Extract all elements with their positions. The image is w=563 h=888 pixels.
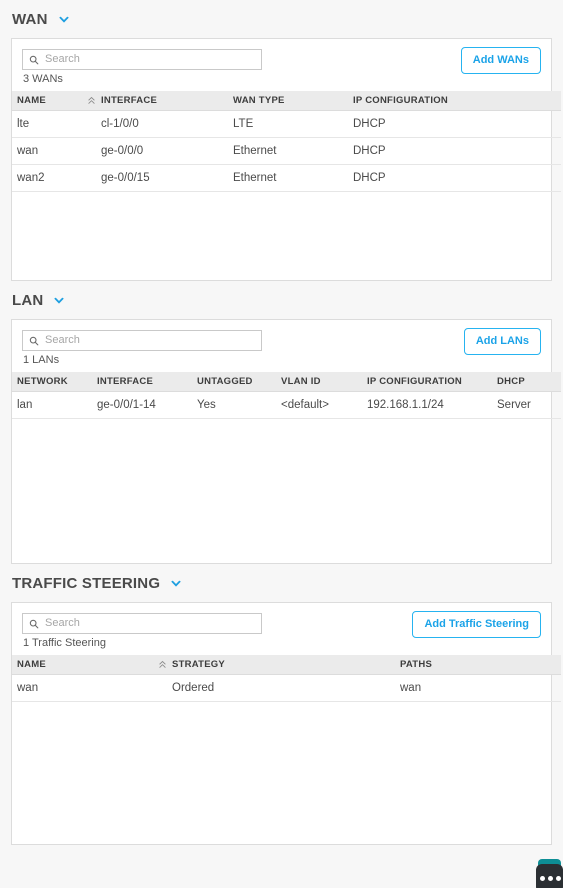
count-label-lan: 1 LANs — [23, 354, 60, 366]
table-wan: NAME INTERFACE WAN TYPE IP CONFIGURATION… — [12, 91, 561, 192]
toolbar-traffic-steering: 1 Traffic Steering Add Traffic Steering — [12, 603, 551, 655]
section-traffic-steering: TRAFFIC STEERING 1 Traffic Steering Add … — [11, 564, 561, 845]
count-label-traffic-steering: 1 Traffic Steering — [23, 637, 106, 649]
section-header-lan[interactable]: LAN — [11, 281, 552, 319]
cell-paths: wan — [395, 674, 561, 702]
search-box-lan[interactable] — [22, 330, 262, 351]
chevron-down-icon[interactable] — [169, 577, 183, 591]
search-icon — [29, 55, 39, 65]
add-wans-button[interactable]: Add WANs — [460, 47, 541, 74]
table-header-traffic-steering: NAME STRATEGY PATHS — [12, 655, 561, 675]
table-traffic-steering: NAME STRATEGY PATHS wan Ordered wan — [12, 655, 561, 702]
add-lans-button[interactable]: Add LANs — [463, 328, 541, 355]
chat-widget-body — [536, 864, 563, 888]
support-chat-widget[interactable] — [536, 859, 563, 888]
cell-name: wan2 — [12, 164, 96, 192]
cell-ip-configuration: DHCP — [348, 137, 561, 165]
section-title-lan: LAN — [12, 291, 44, 309]
section-header-wan[interactable]: WAN — [11, 0, 552, 38]
table-body-lan: lan ge-0/0/1-14 Yes <default> 192.168.1.… — [12, 391, 561, 419]
table-row[interactable]: lan ge-0/0/1-14 Yes <default> 192.168.1.… — [12, 391, 561, 419]
search-icon — [29, 336, 39, 346]
sort-ascending-icon — [158, 660, 167, 669]
cell-wan-type: LTE — [228, 110, 348, 138]
column-header-paths[interactable]: PATHS — [395, 655, 561, 675]
table-header-wan: NAME INTERFACE WAN TYPE IP CONFIGURATION — [12, 91, 561, 111]
table-row[interactable]: lte cl-1/0/0 LTE DHCP — [12, 110, 561, 138]
section-wan: WAN 3 WANs Add WANs — [11, 0, 561, 281]
table-row[interactable]: wan2 ge-0/0/15 Ethernet DHCP — [12, 164, 561, 192]
search-input-wan[interactable] — [45, 52, 255, 67]
column-header-name[interactable]: NAME — [12, 91, 96, 111]
chat-dots-icon — [540, 876, 561, 881]
column-header-dhcp[interactable]: DHCP — [492, 372, 561, 392]
column-header-name[interactable]: NAME — [12, 655, 167, 675]
table-header-row: NAME STRATEGY PATHS — [12, 655, 561, 675]
search-input-traffic-steering[interactable] — [45, 616, 255, 631]
section-title-traffic-steering: TRAFFIC STEERING — [12, 574, 161, 592]
cell-name: lte — [12, 110, 96, 138]
table-body-wan: lte cl-1/0/0 LTE DHCP wan ge-0/0/0 Ether… — [12, 110, 561, 192]
table-header-row: NETWORK INTERFACE UNTAGGED VLAN ID IP CO… — [12, 372, 561, 392]
table-body-traffic-steering: wan Ordered wan — [12, 674, 561, 702]
section-header-traffic-steering[interactable]: TRAFFIC STEERING — [11, 564, 552, 602]
column-header-network[interactable]: NETWORK — [12, 372, 92, 392]
column-header-untagged[interactable]: UNTAGGED — [192, 372, 276, 392]
search-box-traffic-steering[interactable] — [22, 613, 262, 634]
cell-network: lan — [12, 391, 92, 419]
toolbar-wan: 3 WANs Add WANs — [12, 39, 551, 91]
column-header-ip-configuration[interactable]: IP CONFIGURATION — [362, 372, 492, 392]
cell-dhcp: Server — [492, 391, 561, 419]
column-header-ip-configuration[interactable]: IP CONFIGURATION — [348, 91, 561, 111]
chevron-down-icon[interactable] — [57, 13, 71, 27]
chevron-down-icon[interactable] — [52, 294, 66, 308]
cell-untagged: Yes — [192, 391, 276, 419]
add-traffic-steering-button[interactable]: Add Traffic Steering — [412, 611, 541, 638]
cell-interface: ge-0/0/15 — [96, 164, 228, 192]
column-header-vlan-id[interactable]: VLAN ID — [276, 372, 362, 392]
column-header-strategy[interactable]: STRATEGY — [159, 655, 395, 675]
cell-interface: ge-0/0/1-14 — [92, 391, 192, 419]
column-header-interface[interactable]: INTERFACE — [88, 91, 228, 111]
table-lan: NETWORK INTERFACE UNTAGGED VLAN ID IP CO… — [12, 372, 561, 419]
sort-ascending-icon — [87, 96, 96, 105]
search-input-lan[interactable] — [45, 333, 255, 348]
cell-ip-configuration: DHCP — [348, 164, 561, 192]
card-wan: 3 WANs Add WANs NAME — [11, 38, 561, 281]
card-traffic-steering: 1 Traffic Steering Add Traffic Steering … — [11, 602, 561, 845]
table-row[interactable]: wan ge-0/0/0 Ethernet DHCP — [12, 137, 561, 165]
cell-name: wan — [12, 674, 167, 702]
search-icon — [29, 619, 39, 629]
cell-ip-configuration: DHCP — [348, 110, 561, 138]
search-box-wan[interactable] — [22, 49, 262, 70]
toolbar-lan: 1 LANs Add LANs — [12, 320, 551, 372]
cell-wan-type: Ethernet — [228, 137, 348, 165]
cell-ip-configuration: 192.168.1.1/24 — [362, 391, 492, 419]
cell-interface: cl-1/0/0 — [96, 110, 228, 138]
card-lan: 1 LANs Add LANs NETWORK INTERFACE UNTAGG… — [11, 319, 561, 564]
column-header-wan-type[interactable]: WAN TYPE — [228, 91, 348, 111]
cell-strategy: Ordered — [167, 674, 395, 702]
cell-vlan-id: <default> — [276, 391, 362, 419]
table-header-lan: NETWORK INTERFACE UNTAGGED VLAN ID IP CO… — [12, 372, 561, 392]
column-header-interface[interactable]: INTERFACE — [92, 372, 192, 392]
section-title-wan: WAN — [12, 10, 48, 28]
table-row[interactable]: wan Ordered wan — [12, 674, 561, 702]
section-lan: LAN 1 LANs Add LANs NET — [11, 281, 561, 564]
table-header-row: NAME INTERFACE WAN TYPE IP CONFIGURATION — [12, 91, 561, 111]
config-page: WAN 3 WANs Add WANs — [0, 0, 563, 888]
cell-wan-type: Ethernet — [228, 164, 348, 192]
cell-interface: ge-0/0/0 — [96, 137, 228, 165]
count-label-wan: 3 WANs — [23, 73, 63, 85]
cell-name: wan — [12, 137, 96, 165]
